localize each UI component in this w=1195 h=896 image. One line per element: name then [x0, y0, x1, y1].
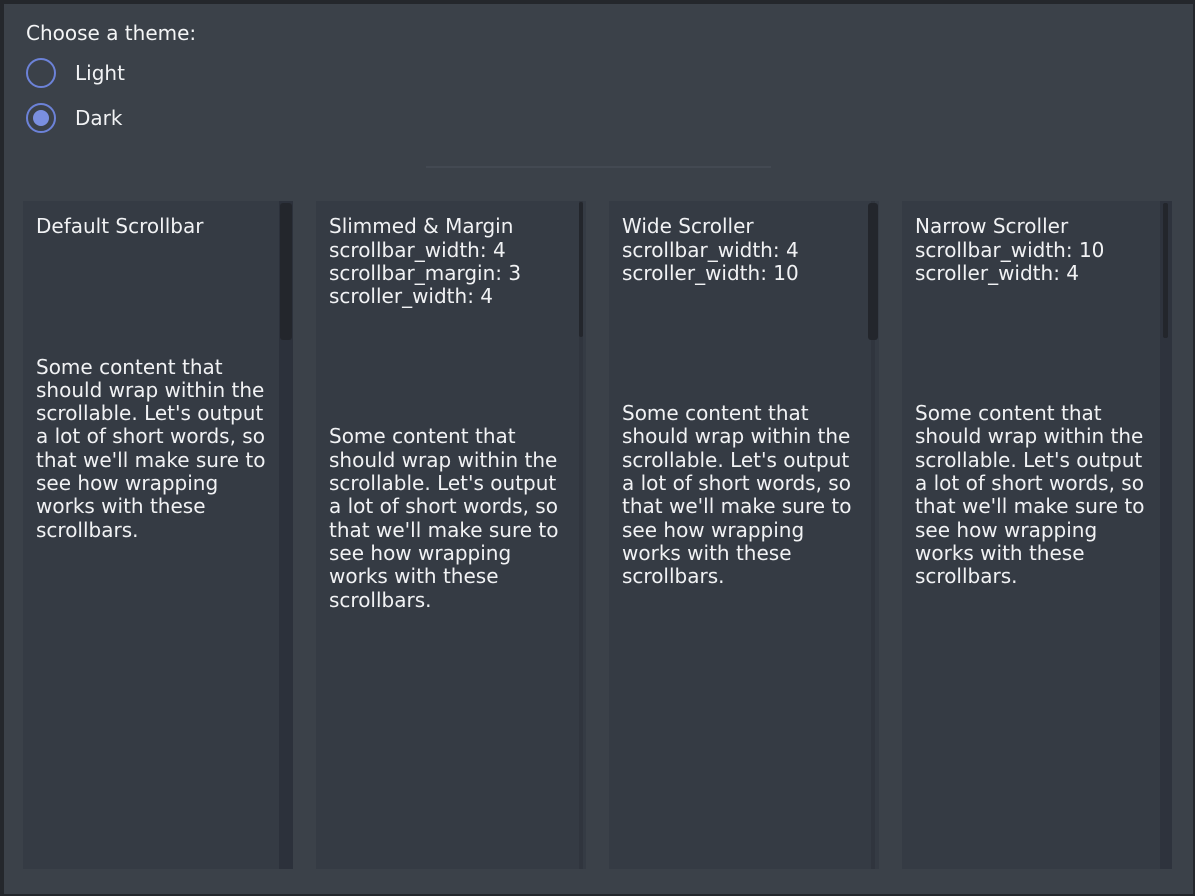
scroll-panel-narrow-scroller[interactable]: Narrow Scroller scrollbar_width: 10 scro… [902, 201, 1172, 869]
radio-circle-icon [26, 58, 56, 88]
scrollbar-demo-grid: Default Scrollbar Some content that shou… [23, 201, 1193, 869]
panel-params: scrollbar_width: 10 scroller_width: 4 [915, 239, 1159, 286]
radio-option-label: Light [75, 61, 125, 85]
panel-params: scrollbar_width: 4 scrollbar_margin: 3 s… [329, 239, 573, 309]
panel-body-text: Some content that should wrap within the… [622, 402, 866, 588]
theme-chooser: Choose a theme: Light Dark [26, 22, 1193, 133]
radio-selected-dot-icon [33, 110, 49, 126]
panel-content: Wide Scroller scrollbar_width: 4 scrolle… [609, 201, 879, 602]
panel-content: Slimmed & Margin scrollbar_width: 4 scro… [316, 201, 586, 626]
scrollbar-thumb[interactable] [1163, 203, 1168, 338]
panel-title: Slimmed & Margin [329, 215, 573, 238]
panel-params: scrollbar_width: 4 scroller_width: 10 [622, 239, 866, 286]
scrollbar-thumb[interactable] [579, 202, 583, 337]
theme-chooser-label: Choose a theme: [26, 22, 1193, 45]
scrollbar-thumb[interactable] [868, 203, 878, 340]
scrollbar-thumb[interactable] [280, 203, 292, 340]
panel-content: Narrow Scroller scrollbar_width: 10 scro… [902, 201, 1172, 602]
scroll-panel-wide-scroller[interactable]: Wide Scroller scrollbar_width: 4 scrolle… [609, 201, 879, 869]
radio-option-dark[interactable]: Dark [26, 103, 246, 133]
panel-title: Narrow Scroller [915, 215, 1159, 238]
panel-body-text: Some content that should wrap within the… [329, 425, 573, 611]
panel-body-text: Some content that should wrap within the… [36, 356, 280, 542]
panel-title: Wide Scroller [622, 215, 866, 238]
radio-option-label: Dark [75, 106, 122, 130]
scroll-panel-default[interactable]: Default Scrollbar Some content that shou… [23, 201, 293, 869]
panel-title: Default Scrollbar [36, 215, 280, 238]
app-window: Choose a theme: Light Dark Default Scrol… [0, 0, 1195, 896]
radio-circle-icon [26, 103, 56, 133]
panel-content: Default Scrollbar Some content that shou… [23, 201, 293, 556]
scroll-panel-slimmed-margin[interactable]: Slimmed & Margin scrollbar_width: 4 scro… [316, 201, 586, 869]
radio-option-light[interactable]: Light [26, 58, 246, 88]
section-divider [426, 166, 771, 168]
panel-body-text: Some content that should wrap within the… [915, 402, 1159, 588]
